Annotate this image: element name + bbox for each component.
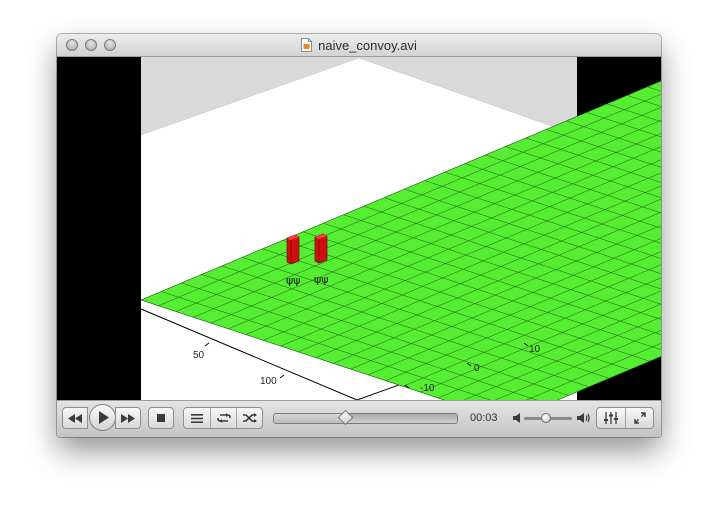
fullscreen-button[interactable] (626, 408, 653, 428)
video-area[interactable]: ψψ ψψ 50 100 10 0 -10 (57, 57, 661, 400)
svg-text:ψψ: ψψ (286, 274, 301, 287)
volume-low-icon (513, 413, 520, 423)
seek-progress (274, 414, 346, 423)
shuffle-button[interactable] (237, 408, 262, 428)
title-bar[interactable]: naive_convoy.avi (57, 34, 661, 57)
volume-handle[interactable] (540, 413, 551, 423)
volume-slider[interactable] (524, 413, 572, 423)
video-file-icon (301, 38, 313, 52)
play-icon (98, 411, 109, 424)
window-title: naive_convoy.avi (318, 37, 417, 53)
equalizer-button[interactable] (597, 408, 626, 428)
extra-controls-group (596, 407, 654, 429)
stop-button[interactable] (148, 407, 174, 429)
fast-forward-button[interactable] (115, 407, 141, 429)
svg-text:ψψ: ψψ (314, 273, 329, 286)
rewind-button[interactable] (62, 407, 88, 429)
y-tick-label: 0 (474, 363, 480, 374)
equalizer-icon (604, 412, 618, 424)
playlist-icon (191, 413, 203, 423)
rewind-icon (68, 413, 82, 423)
x-tick-label: 100 (260, 376, 277, 387)
seek-bar[interactable] (273, 409, 458, 426)
shuffle-icon (242, 413, 257, 423)
player-window: naive_convoy.avi ψψ ψψ 50 100 10 0 -10 0… (57, 34, 661, 437)
vehicle-1: ψψ (286, 234, 301, 287)
volume-high-icon (577, 413, 590, 423)
fast-forward-icon (121, 413, 135, 423)
control-bar: 00:03 (57, 400, 661, 437)
y-tick-label: -10 (420, 383, 435, 394)
x-tick-label: 50 (193, 350, 205, 361)
stop-icon (157, 414, 165, 422)
vehicle-2: ψψ (314, 233, 329, 286)
playback-mode-group (183, 407, 263, 429)
playlist-button[interactable] (184, 408, 211, 428)
loop-icon (216, 413, 231, 423)
elapsed-time: 00:03 (470, 412, 498, 424)
loop-button[interactable] (211, 408, 237, 428)
fullscreen-icon (633, 412, 646, 424)
play-button[interactable] (89, 404, 116, 431)
y-tick-label: 10 (529, 344, 541, 355)
